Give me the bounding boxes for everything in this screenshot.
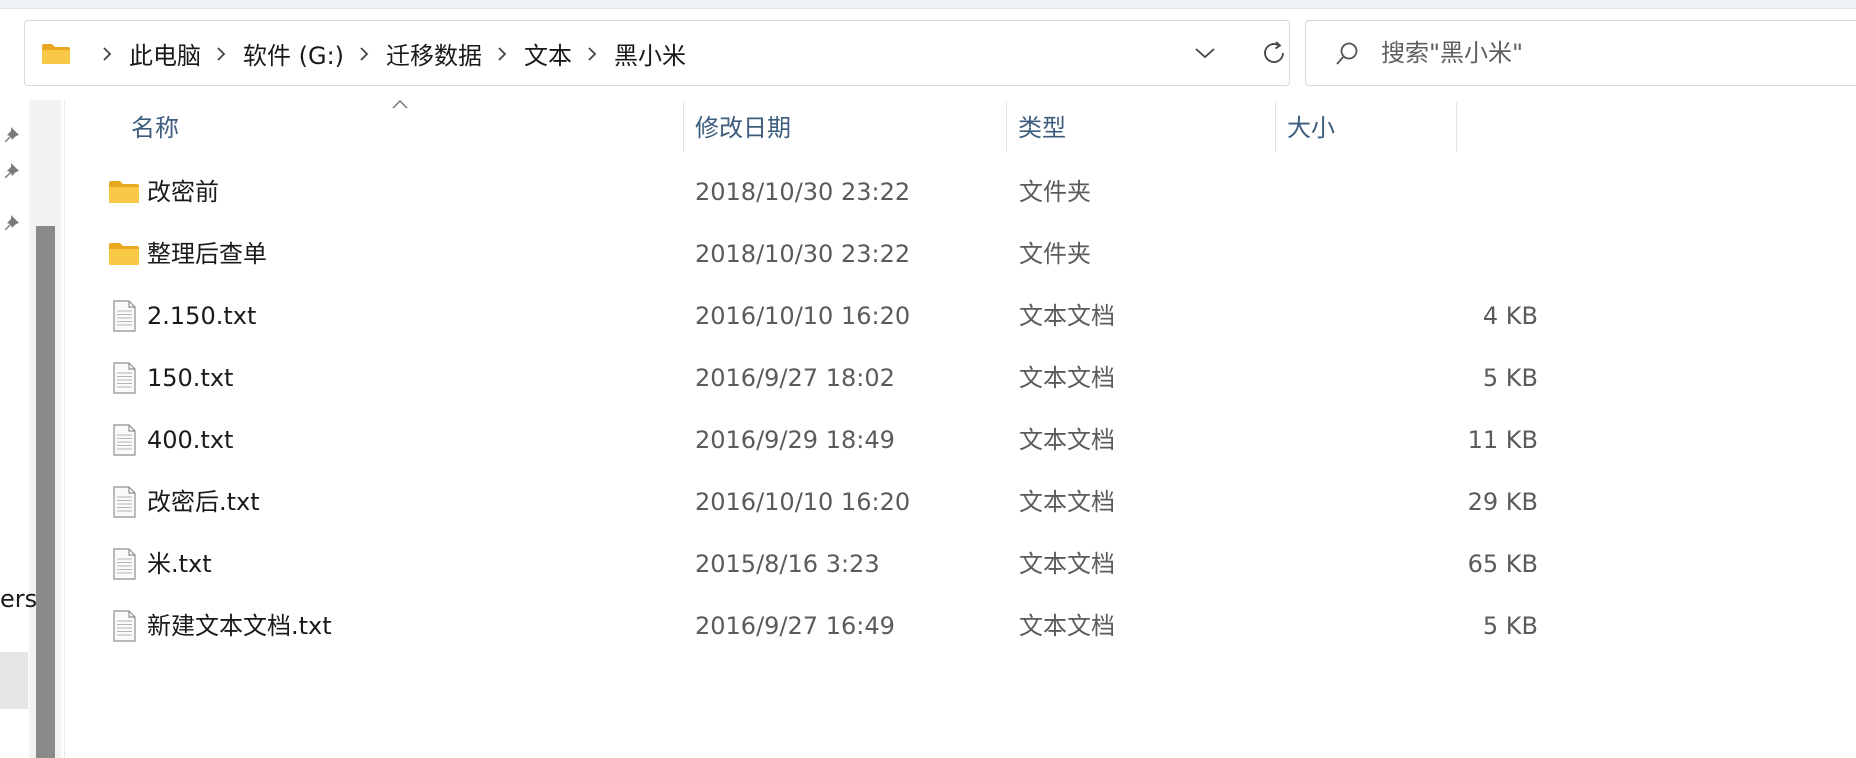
text-file-icon (113, 486, 136, 518)
breadcrumb: 此电脑 软件 (G:) 迁移数据 文本 黑小米 (87, 21, 686, 85)
file-type: 文本文档 (1019, 426, 1115, 454)
file-type: 文件夹 (1019, 178, 1091, 206)
chevron-right-icon[interactable] (93, 41, 121, 66)
file-size: 4 KB (1482, 302, 1538, 330)
folder-icon (109, 181, 139, 203)
breadcrumb-item-drive[interactable]: 软件 (G:) (243, 36, 344, 71)
address-bar[interactable]: 此电脑 软件 (G:) 迁移数据 文本 黑小米 (24, 20, 1290, 86)
chevron-right-icon[interactable] (207, 41, 235, 66)
chevron-right-icon[interactable] (488, 41, 516, 66)
file-name: 米.txt (147, 550, 212, 578)
file-type: 文件夹 (1019, 240, 1091, 268)
file-name: 400.txt (147, 426, 234, 454)
file-name: 整理后查单 (147, 240, 267, 268)
breadcrumb-item-this-pc[interactable]: 此电脑 (129, 36, 201, 71)
column-header-date[interactable]: 修改日期 (684, 108, 1006, 148)
chevron-right-icon[interactable] (578, 41, 606, 66)
file-size: 11 KB (1467, 426, 1538, 454)
file-size: 65 KB (1467, 550, 1538, 578)
text-file-icon (113, 424, 136, 456)
text-file-icon (113, 300, 136, 332)
file-name: 改密前 (147, 178, 219, 206)
file-date: 2016/10/10 16:20 (695, 302, 911, 330)
table-row[interactable]: 150.txt 2016/9/27 18:02 文本文档 5 KB (92, 347, 1538, 409)
table-row[interactable]: 整理后查单 2018/10/30 23:22 文件夹 (92, 223, 1452, 285)
file-type: 文本文档 (1019, 302, 1115, 330)
file-type: 文本文档 (1019, 612, 1115, 640)
file-date: 2016/9/29 18:49 (695, 426, 895, 454)
file-date: 2016/9/27 18:02 (695, 364, 895, 392)
nav-item-selected[interactable] (0, 652, 28, 709)
file-name: 150.txt (147, 364, 234, 392)
column-header-size[interactable]: 大小 (1276, 108, 1456, 148)
file-date: 2015/8/16 3:23 (695, 550, 880, 578)
table-row[interactable]: 改密前 2018/10/30 23:22 文件夹 (92, 161, 1452, 223)
search-icon (1336, 42, 1358, 65)
table-row[interactable]: 改密后.txt 2016/10/10 16:20 文本文档 29 KB (92, 471, 1538, 533)
text-file-icon (113, 610, 136, 642)
navigation-pane: ers (0, 100, 64, 758)
window-top-strip (0, 0, 1856, 9)
search-box[interactable] (1305, 20, 1856, 86)
pane-divider[interactable] (64, 100, 65, 758)
search-input[interactable] (1381, 33, 1841, 73)
chevron-down-icon (1195, 48, 1215, 59)
nav-item-label[interactable]: ers (0, 585, 37, 613)
pin-icon[interactable] (2, 124, 24, 146)
file-date: 2016/9/27 16:49 (695, 612, 895, 640)
pin-icon[interactable] (2, 160, 24, 182)
chevron-right-icon[interactable] (350, 41, 378, 66)
file-type: 文本文档 (1019, 550, 1115, 578)
table-row[interactable]: 400.txt 2016/9/29 18:49 文本文档 11 KB (92, 409, 1538, 471)
table-row[interactable]: 新建文本文档.txt 2016/9/27 16:49 文本文档 5 KB (92, 595, 1538, 657)
breadcrumb-item-migration[interactable]: 迁移数据 (386, 36, 482, 71)
file-name: 2.150.txt (147, 302, 257, 330)
nav-scrollbar-thumb[interactable] (36, 226, 55, 758)
folder-icon (42, 44, 70, 64)
pin-icon[interactable] (2, 212, 24, 234)
file-date: 2018/10/30 23:22 (695, 240, 911, 268)
file-type: 文本文档 (1019, 364, 1115, 392)
file-size: 29 KB (1467, 488, 1538, 516)
column-header-type[interactable]: 类型 (1007, 108, 1275, 148)
file-size (1284, 223, 1538, 285)
refresh-button[interactable] (1254, 35, 1294, 71)
text-file-icon (113, 362, 136, 394)
file-name: 改密后.txt (147, 488, 260, 516)
address-history-dropdown[interactable] (1185, 37, 1225, 69)
file-type: 文本文档 (1019, 488, 1115, 516)
refresh-icon (1264, 41, 1284, 63)
file-date: 2018/10/30 23:22 (695, 178, 911, 206)
file-size (1284, 161, 1538, 223)
folder-icon (109, 243, 139, 265)
file-size: 5 KB (1482, 364, 1538, 392)
file-date: 2016/10/10 16:20 (695, 488, 911, 516)
file-size: 5 KB (1482, 612, 1538, 640)
text-file-icon (113, 548, 136, 580)
table-row[interactable]: 米.txt 2015/8/16 3:23 文本文档 65 KB (92, 533, 1538, 595)
table-row[interactable]: 2.150.txt 2016/10/10 16:20 文本文档 4 KB (92, 285, 1538, 347)
file-name: 新建文本文档.txt (147, 612, 332, 640)
breadcrumb-item-current[interactable]: 黑小米 (614, 36, 686, 71)
breadcrumb-item-text[interactable]: 文本 (524, 36, 572, 71)
column-divider[interactable] (1456, 102, 1457, 152)
column-header-name[interactable]: 名称 (120, 108, 683, 148)
